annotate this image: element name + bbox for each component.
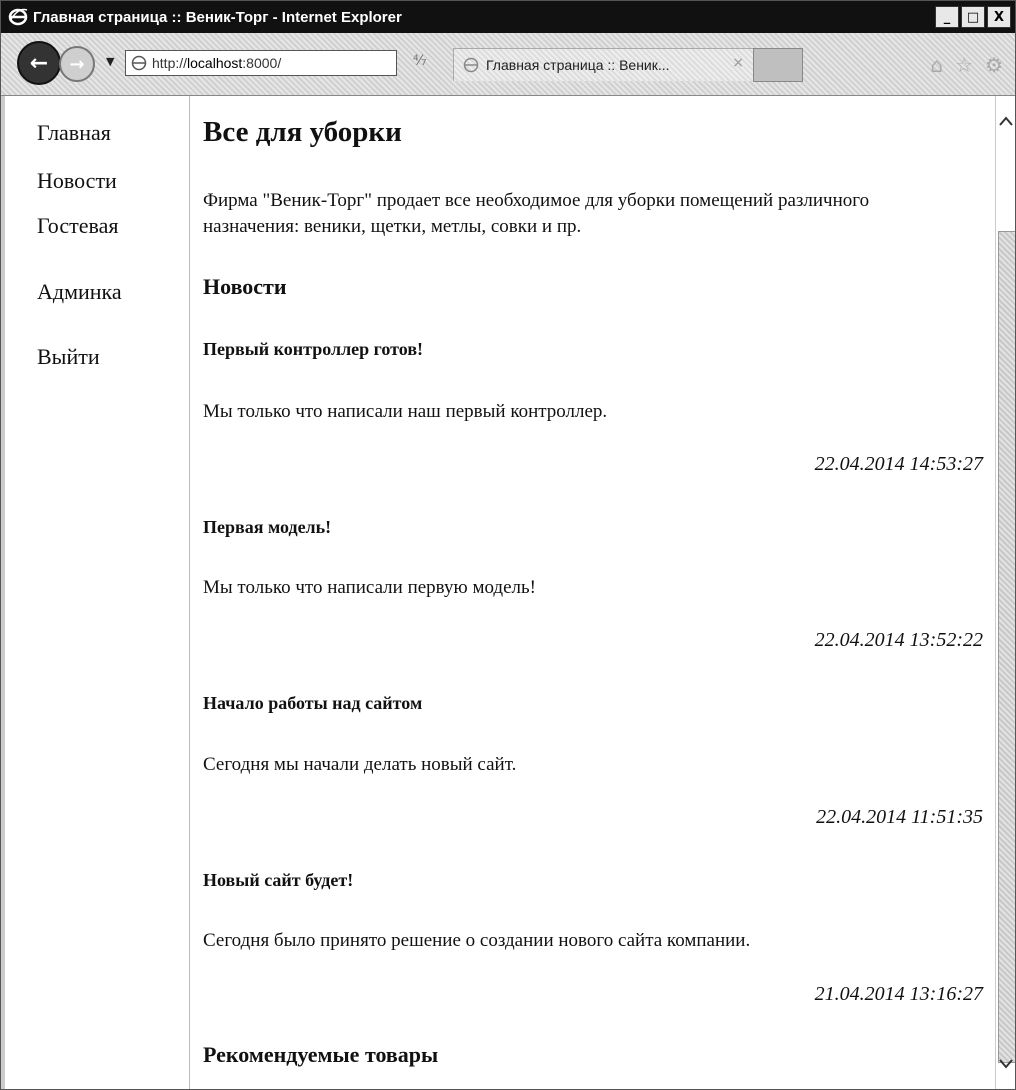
back-arrow-icon: ← [29, 50, 49, 76]
news-item-title: Начало работы над сайтом [203, 693, 423, 713]
url-text[interactable]: http://localhost:8000/ [152, 55, 281, 71]
intro-paragraph: Фирма "Веник-Торг" продает все необходим… [203, 190, 870, 237]
news-item-date: 21.04.2014 13:16:27 [814, 983, 983, 1005]
news-item-text: Мы только что написали первую модель! [203, 577, 537, 598]
window-title: Главная страница :: Веник-Торг - Interne… [33, 8, 402, 26]
tab-main-page[interactable]: Главная страница :: Веник... × [453, 48, 755, 81]
url-host: localhost [187, 55, 243, 71]
scroll-up-icon[interactable] [996, 106, 1015, 136]
favorites-star-icon[interactable]: ☆ [955, 53, 973, 77]
news-item-text: Сегодня мы начали делать новый сайт. [203, 754, 517, 775]
news-item-date: 22.04.2014 14:53:27 [814, 453, 983, 475]
window-controls: _ □ X [935, 6, 1011, 28]
news-item-text: Мы только что написали наш первый контро… [203, 401, 608, 422]
close-button[interactable]: X [987, 6, 1011, 28]
url-suffix: :8000/ [242, 55, 282, 71]
history-dropdown-icon[interactable]: ▼ [106, 55, 114, 68]
news-heading: Новости [203, 274, 287, 299]
sidebar-item-guestbook[interactable]: Гостевая [37, 213, 118, 239]
page-title: Все для уборки [203, 116, 402, 148]
refresh-icon[interactable]: ⁴⁄₇ [413, 53, 427, 69]
new-tab-button[interactable] [753, 48, 803, 82]
tab-label: Главная страница :: Веник... [486, 57, 670, 73]
toolbar-right-icons: ⌂ ☆ ⚙ [930, 53, 1003, 77]
sidebar: Главная Новости Гостевая Админка Выйти [9, 96, 190, 1089]
news-item-title: Новый сайт будет! [203, 870, 354, 890]
browser-toolbar: ← → ▼ http://localhost:8000/ ⁴⁄₇ Главная… [1, 33, 1015, 96]
tools-gear-icon[interactable]: ⚙ [985, 53, 1003, 77]
main-content: Все для уборки Фирма "Веник-Торг" продае… [203, 96, 983, 1089]
tab-close-icon[interactable]: × [732, 55, 744, 71]
news-item-date: 22.04.2014 11:51:35 [816, 806, 983, 828]
page-icon [130, 54, 148, 72]
internet-explorer-icon [7, 6, 29, 28]
scroll-down-icon[interactable] [996, 1049, 1015, 1079]
news-item-title: Первый контроллер готов! [203, 339, 424, 359]
news-item-text: Сегодня было принято решение о создании … [203, 930, 751, 951]
browser-window: Главная страница :: Веник-Торг - Interne… [0, 0, 1016, 1090]
news-item-date: 22.04.2014 13:52:22 [814, 629, 983, 651]
sidebar-item-home[interactable]: Главная [37, 120, 111, 146]
recommended-heading: Рекомендуемые товары [203, 1042, 439, 1067]
sidebar-item-admin[interactable]: Админка [37, 279, 122, 305]
tab-page-icon [462, 56, 480, 74]
minimize-button[interactable]: _ [935, 6, 959, 28]
home-icon[interactable]: ⌂ [930, 53, 943, 77]
forward-button[interactable]: → [59, 46, 95, 82]
maximize-button[interactable]: □ [961, 6, 985, 28]
address-bar[interactable]: http://localhost:8000/ ▼ [125, 50, 502, 76]
page-viewport: Главная Новости Гостевая Админка Выйти В… [1, 96, 999, 1089]
back-button[interactable]: ← [17, 41, 61, 85]
sidebar-item-logout[interactable]: Выйти [37, 344, 100, 370]
news-item-title: Первая модель! [203, 517, 332, 537]
title-bar: Главная страница :: Веник-Торг - Interne… [1, 1, 1015, 33]
sidebar-item-news[interactable]: Новости [37, 168, 117, 194]
vertical-scrollbar[interactable] [995, 96, 1015, 1089]
url-prefix: http:// [152, 55, 188, 71]
forward-arrow-icon: → [69, 53, 85, 75]
scrollbar-thumb[interactable] [998, 231, 1015, 1063]
